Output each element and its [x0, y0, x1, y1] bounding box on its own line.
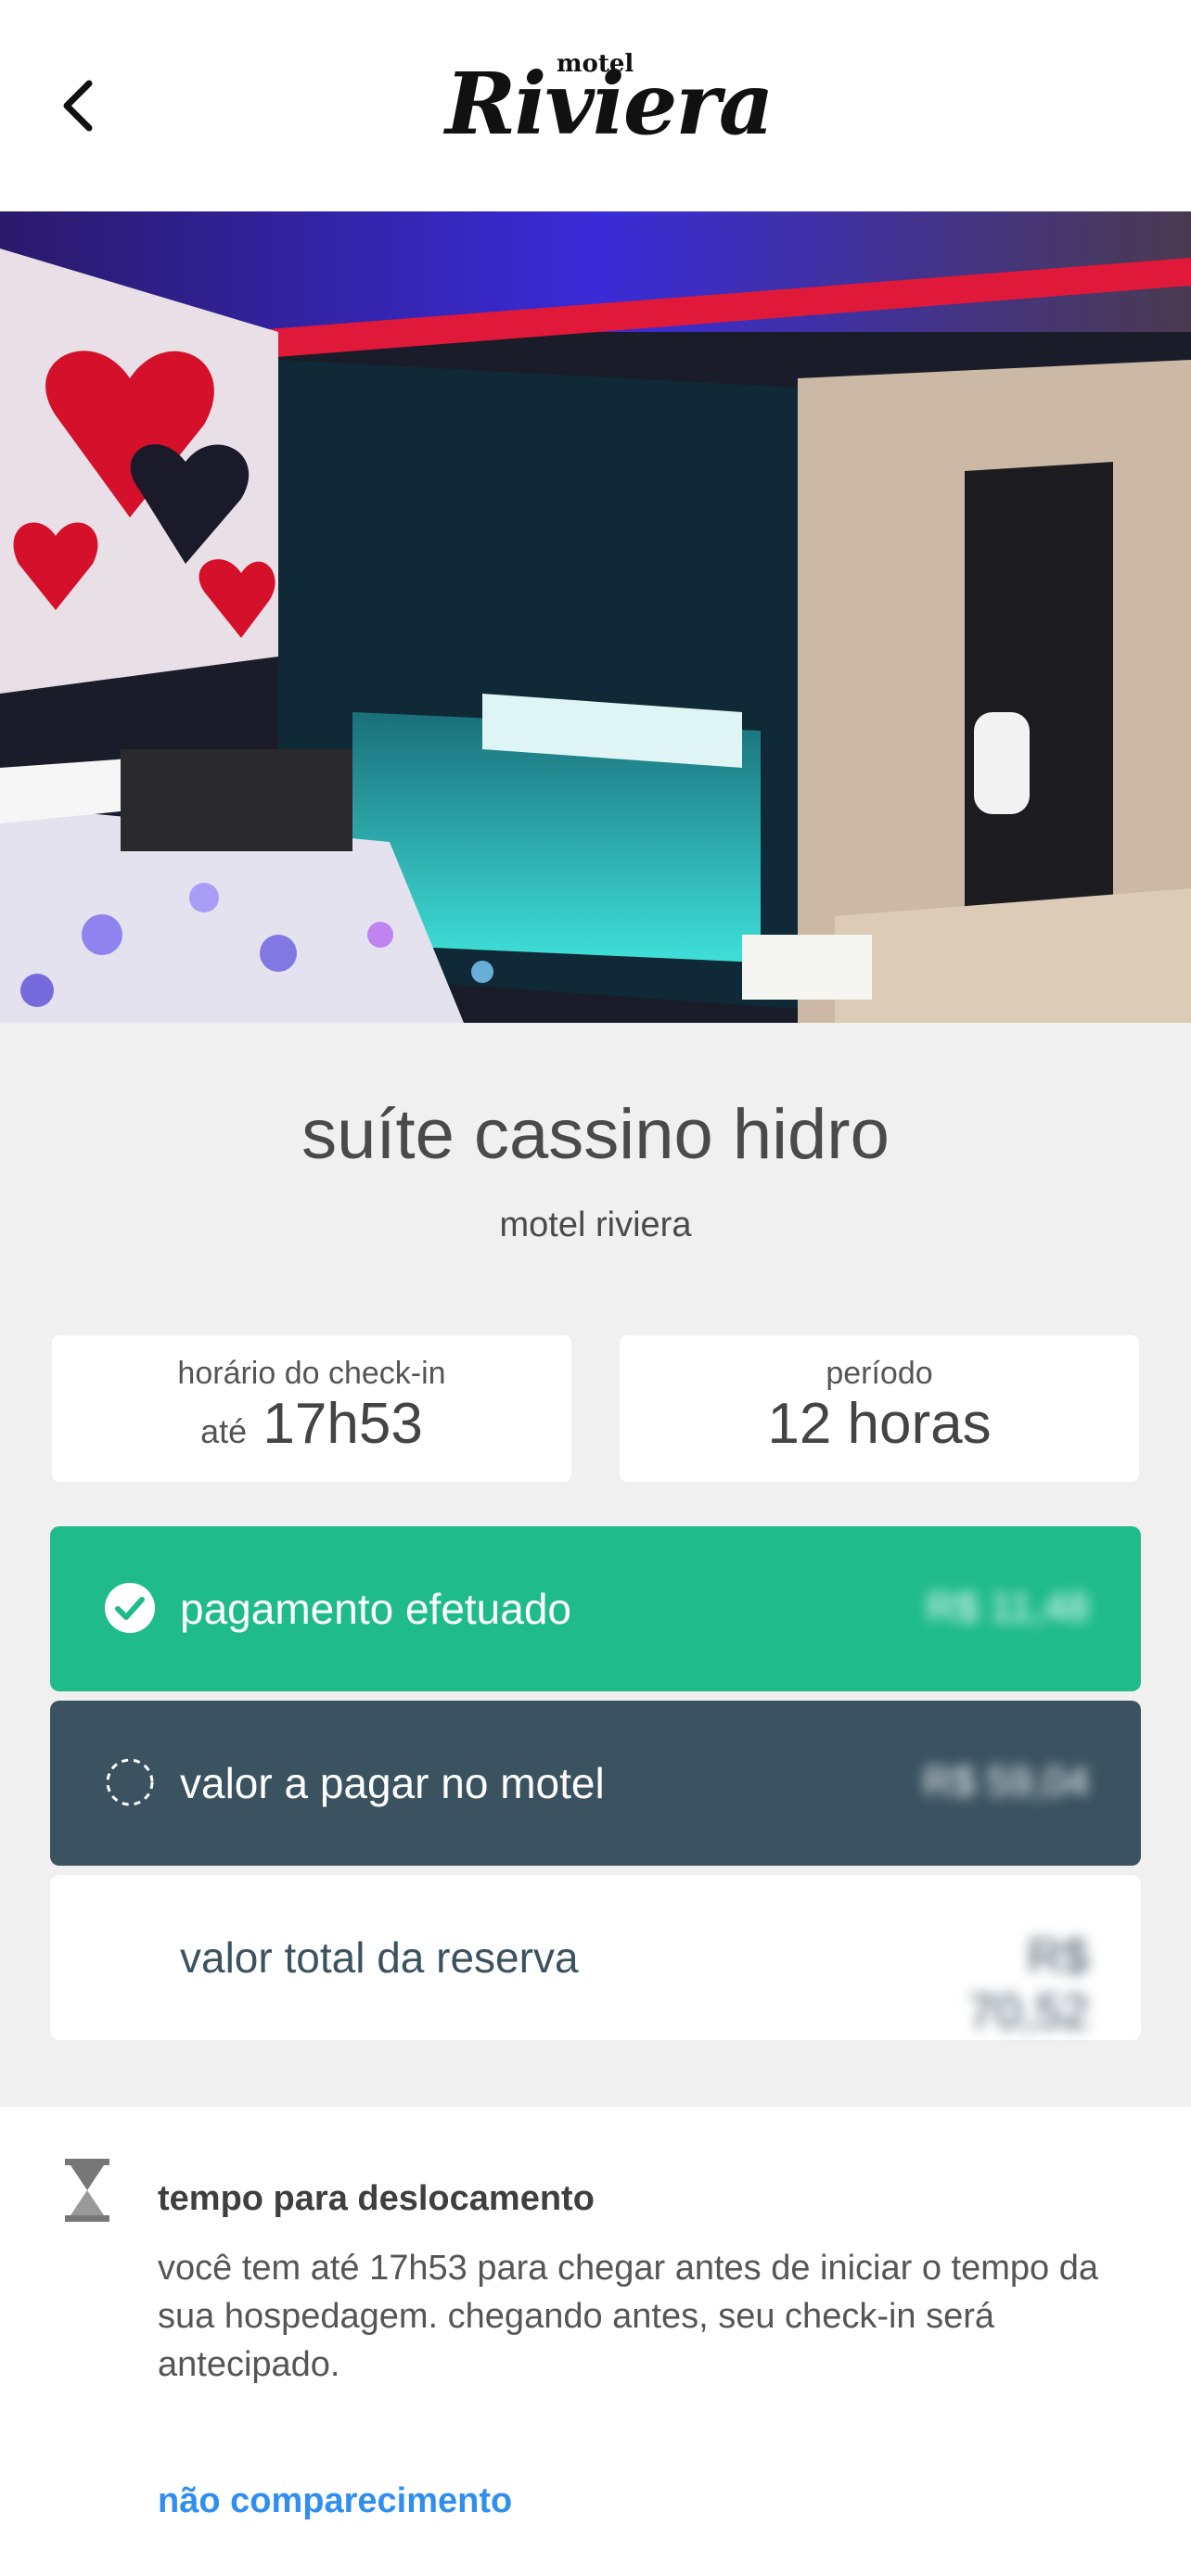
logo-prefix: motel: [557, 50, 634, 78]
payment-paid-row: pagamento efetuado R$ 11,48: [50, 1526, 1141, 1691]
total-row: valor total da reserva R$ 70,52: [50, 1875, 1141, 2040]
no-show-link[interactable]: não comparecimento: [158, 2481, 512, 2521]
checkin-prefix: até: [200, 1412, 248, 1450]
travel-time-text: você tem até 17h53 para chegar antes de …: [158, 2249, 1098, 2384]
total-amount: R$ 70,52: [967, 1930, 1089, 2039]
payment-paid-amount: R$ 11,48: [926, 1585, 1089, 1630]
checkin-box: horário do check-in até 17h53: [52, 1335, 571, 1482]
checkin-time: 17h53: [263, 1392, 423, 1456]
checkin-value-line: até 17h53: [52, 1392, 571, 1464]
payment-due-label: valor a pagar no motel: [180, 1759, 605, 1807]
total-label: valor total da reserva: [180, 1933, 579, 1982]
travel-time-title: tempo para deslocamento: [158, 2179, 595, 2218]
period-value: 12 horas: [767, 1392, 992, 1456]
chevron-left-icon: [63, 80, 93, 132]
suite-photo: [0, 211, 1191, 1023]
back-button[interactable]: [48, 67, 108, 145]
dashed-circle-icon: [106, 1758, 154, 1806]
period-label: período: [826, 1356, 933, 1391]
app-header: Riviera motel: [0, 0, 1191, 211]
period-box: período 12 horas: [620, 1335, 1139, 1482]
payment-due-row: valor a pagar no motel R$ 59,04: [50, 1701, 1141, 1866]
checkin-label: horário do check-in: [177, 1356, 446, 1391]
check-circle-icon: [105, 1583, 155, 1633]
motel-logo: Riviera motel: [445, 37, 774, 167]
travel-time-section: tempo para deslocamento você tem até 17h…: [0, 2107, 1191, 2576]
payment-due-amount: R$ 59,04: [923, 1759, 1089, 1804]
suite-title: suíte cassino hidro: [301, 1095, 890, 1174]
payment-paid-label: pagamento efetuado: [180, 1585, 572, 1633]
motel-name: motel riviera: [499, 1205, 692, 1244]
suite-photo-illustration: [0, 211, 1191, 1023]
hourglass-icon: [65, 2159, 109, 2222]
